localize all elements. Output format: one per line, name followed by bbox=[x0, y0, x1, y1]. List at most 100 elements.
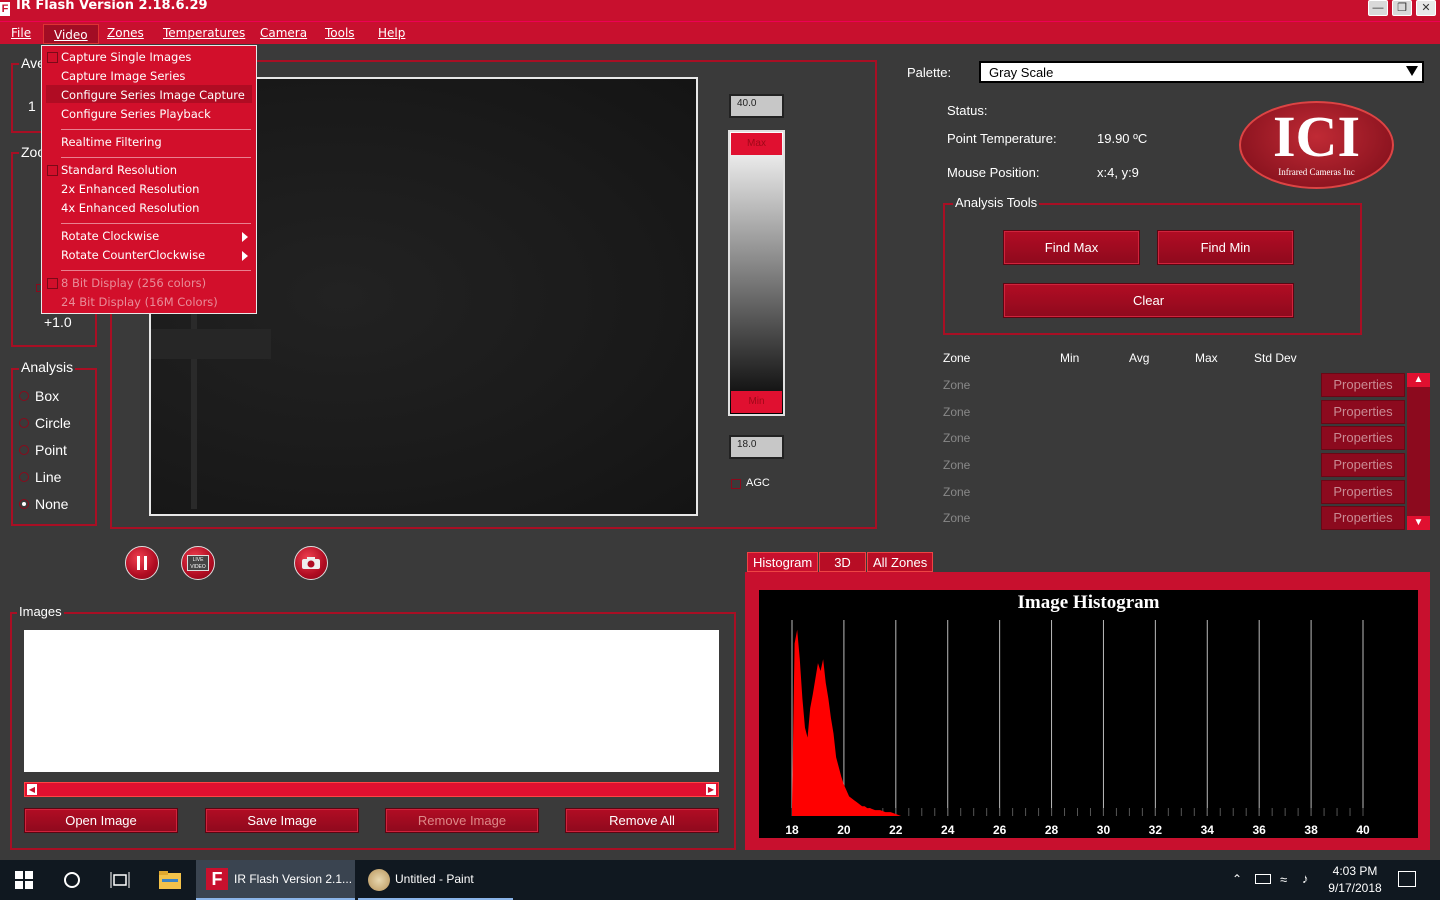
live-video-button[interactable]: LIVE VIDEO bbox=[181, 546, 215, 580]
file-explorer-button[interactable] bbox=[146, 860, 194, 900]
properties-button[interactable]: Properties bbox=[1321, 426, 1405, 450]
radio-line-label[interactable]: Line bbox=[35, 469, 61, 485]
radio-none-label[interactable]: None bbox=[35, 496, 68, 512]
menu-configure-series-playback[interactable]: Configure Series Playback bbox=[61, 107, 211, 121]
check-standard-resolution bbox=[47, 165, 58, 176]
menu-file[interactable]: File bbox=[11, 26, 31, 40]
images-label: Images bbox=[17, 604, 64, 619]
color-scale-bar bbox=[728, 130, 785, 416]
taskbar-date[interactable]: 9/17/2018 bbox=[1326, 881, 1384, 895]
volume-icon[interactable]: ♪ bbox=[1302, 871, 1309, 886]
minimize-button[interactable]: — bbox=[1368, 0, 1388, 16]
status-label: Status: bbox=[947, 103, 988, 118]
scale-min-value[interactable]: 18.0 bbox=[729, 435, 784, 459]
x-tick-label: 32 bbox=[1149, 823, 1163, 837]
scale-min-button[interactable]: Min bbox=[731, 391, 782, 413]
menu-8bit-display: 8 Bit Display (256 colors) bbox=[61, 276, 207, 290]
menu-video[interactable]: Video bbox=[43, 24, 99, 44]
menu-standard-resolution[interactable]: Standard Resolution bbox=[61, 163, 177, 177]
menu-realtime-filtering[interactable]: Realtime Filtering bbox=[61, 135, 162, 149]
menu-temperatures[interactable]: Temperatures bbox=[163, 26, 245, 40]
scale-max-button[interactable]: Max bbox=[731, 133, 782, 155]
average-value[interactable]: 1 bbox=[28, 98, 36, 114]
menu-capture-image-series[interactable]: Capture Image Series bbox=[61, 69, 185, 83]
properties-button[interactable]: Properties bbox=[1321, 453, 1405, 477]
properties-button[interactable]: Properties bbox=[1321, 373, 1405, 397]
notifications-icon[interactable] bbox=[1398, 871, 1416, 887]
open-image-button[interactable]: Open Image bbox=[24, 808, 178, 833]
task-view-button[interactable] bbox=[96, 860, 144, 900]
x-tick-label: 40 bbox=[1356, 823, 1370, 837]
x-tick-label: 30 bbox=[1097, 823, 1111, 837]
remove-all-button[interactable]: Remove All bbox=[565, 808, 719, 833]
menu-4x-resolution[interactable]: 4x Enhanced Resolution bbox=[61, 201, 199, 215]
scroll-right-icon[interactable]: ▶ bbox=[706, 784, 716, 795]
menu-24bit-display: 24 Bit Display (16M Colors) bbox=[61, 295, 218, 309]
app-icon: F bbox=[0, 2, 10, 16]
tab-histogram[interactable]: Histogram bbox=[747, 552, 819, 572]
remove-image-button: Remove Image bbox=[385, 808, 539, 833]
menu-zones[interactable]: Zones bbox=[107, 26, 144, 40]
menu-capture-single-images[interactable]: Capture Single Images bbox=[61, 50, 191, 64]
x-tick-label: 34 bbox=[1201, 823, 1215, 837]
menu-help[interactable]: Help bbox=[378, 26, 405, 40]
radio-point[interactable] bbox=[19, 445, 29, 455]
tab-3d[interactable]: 3D bbox=[819, 552, 866, 572]
radio-box-label[interactable]: Box bbox=[35, 388, 59, 404]
find-max-button[interactable]: Find Max bbox=[1003, 230, 1140, 265]
radio-box[interactable] bbox=[19, 391, 29, 401]
search-button[interactable] bbox=[48, 860, 96, 900]
snapshot-button[interactable] bbox=[294, 546, 328, 580]
palette-select[interactable]: Gray Scale bbox=[979, 61, 1424, 83]
menu-2x-resolution[interactable]: 2x Enhanced Resolution bbox=[61, 182, 199, 196]
pause-button[interactable] bbox=[125, 546, 159, 580]
radio-circle-label[interactable]: Circle bbox=[35, 415, 71, 431]
zone-row-label: Zone bbox=[943, 378, 971, 392]
save-image-button[interactable]: Save Image bbox=[205, 808, 359, 833]
radio-point-label[interactable]: Point bbox=[35, 442, 67, 458]
radio-circle[interactable] bbox=[19, 418, 29, 428]
menu-rotate-clockwise[interactable]: Rotate Clockwise bbox=[61, 229, 159, 243]
start-button[interactable] bbox=[0, 860, 48, 900]
col-min: Min bbox=[1060, 351, 1080, 365]
radio-line[interactable] bbox=[19, 472, 29, 482]
pause-icon bbox=[137, 556, 147, 570]
windows-icon bbox=[15, 871, 33, 889]
properties-button[interactable]: Properties bbox=[1321, 480, 1405, 504]
properties-button[interactable]: Properties bbox=[1321, 506, 1405, 530]
check-capture-single bbox=[47, 52, 58, 63]
show-hidden-icons-icon[interactable]: ⌃ bbox=[1232, 872, 1242, 886]
scroll-up-icon[interactable]: ▲ bbox=[1407, 373, 1430, 387]
properties-button[interactable]: Properties bbox=[1321, 400, 1405, 424]
scale-max-value[interactable]: 40.0 bbox=[729, 94, 784, 118]
images-list[interactable] bbox=[24, 630, 719, 772]
maximize-button[interactable]: ❐ bbox=[1392, 0, 1412, 16]
menu-tools[interactable]: Tools bbox=[325, 26, 355, 40]
menu-rotate-counterclockwise[interactable]: Rotate CounterClockwise bbox=[61, 248, 205, 262]
menu-camera[interactable]: Camera bbox=[260, 26, 307, 40]
clear-button[interactable]: Clear bbox=[1003, 283, 1294, 318]
taskbar-app-irflash[interactable]: F IR Flash Version 2.1... bbox=[196, 860, 355, 900]
taskbar-time[interactable]: 4:03 PM bbox=[1330, 864, 1380, 878]
battery-icon[interactable] bbox=[1255, 874, 1271, 884]
dropdown-arrow-icon[interactable] bbox=[1406, 66, 1418, 76]
find-min-button[interactable]: Find Min bbox=[1157, 230, 1294, 265]
zone-scrollbar[interactable]: ▲ ▼ bbox=[1407, 373, 1430, 530]
agc-label: AGC bbox=[746, 477, 770, 489]
window-title: IR Flash Version 2.18.6.29 bbox=[16, 0, 208, 13]
wifi-icon[interactable]: ≈ bbox=[1280, 872, 1287, 887]
tab-all-zones[interactable]: All Zones bbox=[867, 552, 934, 572]
images-scrollbar[interactable]: ◀ ▶ bbox=[24, 782, 719, 797]
live-video-icon: LIVE VIDEO bbox=[187, 555, 209, 571]
menu-separator bbox=[61, 157, 251, 158]
taskbar-app-paint[interactable]: Untitled - Paint bbox=[358, 860, 513, 900]
radio-none[interactable] bbox=[19, 499, 29, 509]
agc-checkbox[interactable] bbox=[731, 479, 741, 489]
scroll-down-icon[interactable]: ▼ bbox=[1407, 516, 1430, 530]
menu-configure-series-capture[interactable]: Configure Series Image Capture bbox=[61, 88, 245, 102]
logo-text: ICI bbox=[1272, 104, 1361, 169]
palette-label: Palette: bbox=[907, 65, 952, 80]
col-std-dev: Std Dev bbox=[1254, 351, 1297, 365]
close-button[interactable]: ✕ bbox=[1416, 0, 1436, 16]
scroll-left-icon[interactable]: ◀ bbox=[27, 784, 37, 795]
